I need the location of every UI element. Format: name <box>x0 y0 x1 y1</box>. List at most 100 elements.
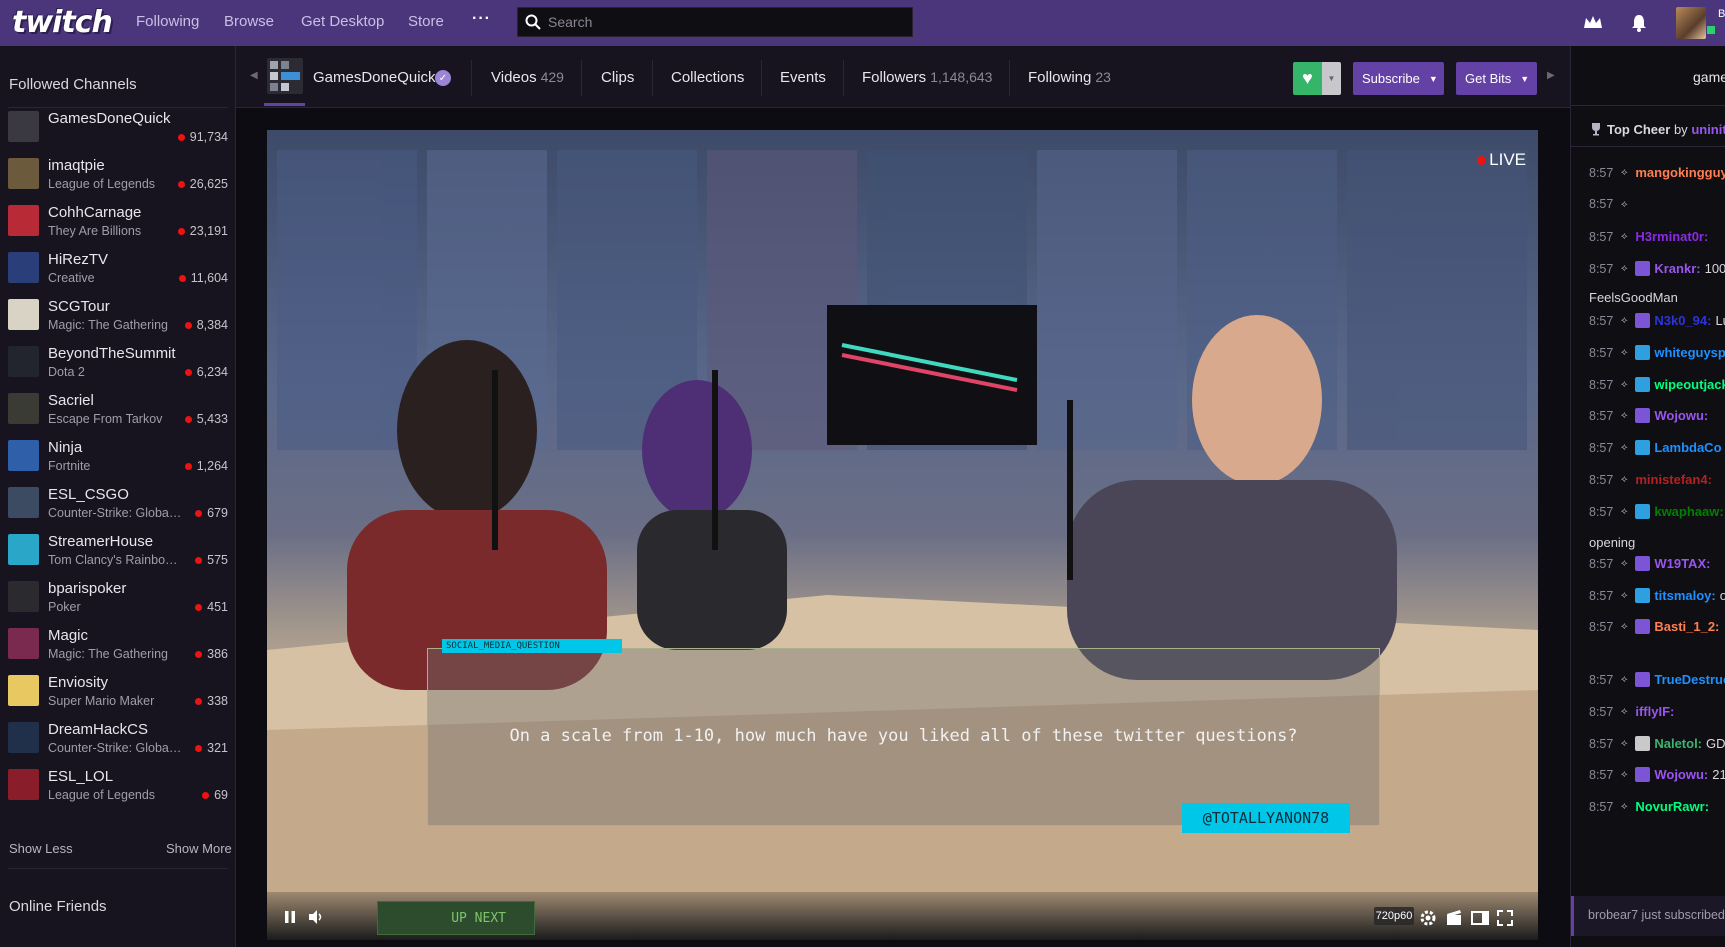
followed-channel-item[interactable]: DreamHackCS Counter-Strike: Global ... 321 <box>8 720 228 767</box>
chat-username[interactable]: Krankr: <box>1654 261 1700 276</box>
chat-username[interactable]: wipeoutjack <box>1654 377 1725 392</box>
followed-channel-item[interactable]: HiRezTV Creative 11,604 <box>8 250 228 297</box>
mod-icon[interactable]: ⟡ <box>1617 346 1631 360</box>
followed-channel-item[interactable]: SCGTour Magic: The Gathering 8,384 <box>8 297 228 344</box>
chat-username[interactable]: W19TAX: <box>1654 556 1710 571</box>
followed-channel-item[interactable]: Ninja Fortnite 1,264 <box>8 438 228 485</box>
sub-badge-icon[interactable] <box>1635 672 1651 687</box>
chat-username[interactable]: mangokingguy: <box>1635 165 1725 180</box>
sub-badge-icon[interactable] <box>1635 619 1651 634</box>
theatre-mode-icon[interactable] <box>1471 910 1489 931</box>
show-less-link[interactable]: Show Less <box>9 841 73 856</box>
followed-channel-item[interactable]: bparispoker Poker 451 <box>8 579 228 626</box>
tab-collections[interactable]: Collections <box>671 69 744 86</box>
nav-get-desktop[interactable]: Get Desktop <box>301 13 384 30</box>
search-input[interactable] <box>548 14 888 30</box>
mod-icon[interactable]: ⟡ <box>1617 673 1631 687</box>
nav-more-icon[interactable]: ··· <box>472 10 491 28</box>
followed-channel-item[interactable]: imaqtpie League of Legends 26,625 <box>8 156 228 203</box>
sub-badge-icon[interactable] <box>1635 736 1651 751</box>
mod-icon[interactable]: ⟡ <box>1617 737 1631 751</box>
video-frame[interactable]: LIVE SOCIAL_MEDIA_QUESTION On a scale fr… <box>267 130 1538 940</box>
settings-gear-icon[interactable] <box>1419 909 1437 932</box>
user-name-truncated[interactable]: B <box>1718 8 1725 20</box>
chat-username[interactable]: Wojowu: <box>1654 767 1708 782</box>
channel-avatar[interactable] <box>267 58 303 94</box>
followed-channel-item[interactable]: Enviosity Super Mario Maker 338 <box>8 673 228 720</box>
mod-icon[interactable]: ⟡ <box>1617 557 1631 571</box>
mod-icon[interactable]: ⟡ <box>1617 800 1631 814</box>
top-cheer-banner[interactable]: Top Cheer by uninit <box>1589 122 1725 137</box>
tab-events[interactable]: Events <box>780 69 826 86</box>
followed-channel-item[interactable]: CohhCarnage They Are Billions 23,191 <box>8 203 228 250</box>
chat-username[interactable]: NovurRawr: <box>1635 799 1709 814</box>
mod-icon[interactable]: ⟡ <box>1617 505 1631 519</box>
chat-username[interactable]: Basti_1_2: <box>1654 619 1719 634</box>
tab-clips[interactable]: Clips <box>601 69 634 86</box>
bell-icon[interactable] <box>1628 12 1650 34</box>
chat-username[interactable]: H3rminat0r: <box>1635 229 1708 244</box>
top-cheer-user[interactable]: uninit <box>1691 122 1725 137</box>
chat-username[interactable]: whiteguysp <box>1654 345 1725 360</box>
sub-badge-icon[interactable] <box>1635 261 1651 276</box>
chat-username[interactable]: ifflyIF: <box>1635 704 1674 719</box>
sub-badge-icon[interactable] <box>1635 313 1651 328</box>
sub-badge-icon[interactable] <box>1635 440 1651 455</box>
quality-badge[interactable]: 720p60 <box>1374 907 1414 925</box>
mod-icon[interactable]: ⟡ <box>1617 314 1631 328</box>
followed-channel-item[interactable]: Sacriel Escape From Tarkov 5,433 <box>8 391 228 438</box>
followed-channel-item[interactable]: StreamerHouse Tom Clancy's Rainbow ... 575 <box>8 532 228 579</box>
chat-username[interactable]: ministefan4: <box>1635 472 1712 487</box>
video-player[interactable]: LIVE SOCIAL_MEDIA_QUESTION On a scale fr… <box>267 130 1538 940</box>
pause-icon[interactable] <box>282 909 298 930</box>
mod-icon[interactable]: ⟡ <box>1617 378 1631 392</box>
sub-badge-icon[interactable] <box>1635 377 1651 392</box>
show-more-link[interactable]: Show More <box>166 841 232 856</box>
mod-icon[interactable]: ⟡ <box>1617 230 1631 244</box>
sub-badge-icon[interactable] <box>1635 767 1651 782</box>
get-bits-button[interactable]: Get Bits ▼ <box>1456 62 1537 95</box>
followed-channel-item[interactable]: GamesDoneQuick 91,734 <box>8 109 228 156</box>
mod-icon[interactable]: ⟡ <box>1617 620 1631 634</box>
chat-username[interactable]: Naletol: <box>1654 736 1702 751</box>
mod-icon[interactable]: ⟡ <box>1617 589 1631 603</box>
scroll-right-icon[interactable]: ▶ <box>1547 70 1555 81</box>
tab-videos[interactable]: Videos 429 <box>491 69 564 86</box>
chat-username[interactable]: N3k0_94: <box>1654 313 1711 328</box>
chat-username[interactable]: titsmaloy: <box>1654 588 1715 603</box>
twitch-logo[interactable]: twitch <box>12 6 113 40</box>
scroll-left-icon[interactable]: ◀ <box>250 70 258 81</box>
mod-icon[interactable]: ⟡ <box>1617 441 1631 455</box>
nav-store[interactable]: Store <box>408 13 444 30</box>
channel-name[interactable]: GamesDoneQuick <box>313 69 436 86</box>
clip-icon[interactable] <box>1445 909 1463 932</box>
volume-icon[interactable] <box>307 908 325 931</box>
fullscreen-icon[interactable] <box>1497 910 1513 931</box>
search-box[interactable] <box>517 7 913 37</box>
sub-badge-icon[interactable] <box>1635 588 1651 603</box>
crown-icon[interactable] <box>1582 12 1604 34</box>
tab-followers[interactable]: Followers 1,148,643 <box>862 69 992 86</box>
sub-badge-icon[interactable] <box>1635 504 1651 519</box>
chat-username[interactable]: kwaphaaw: <box>1654 504 1723 519</box>
chat-username[interactable]: Wojowu: <box>1654 408 1708 423</box>
mod-icon[interactable]: ⟡ <box>1617 197 1631 211</box>
followed-channel-item[interactable]: Magic Magic: The Gathering 386 <box>8 626 228 673</box>
followed-channel-item[interactable]: ESL_CSGO Counter-Strike: Global ... 679 <box>8 485 228 532</box>
mod-icon[interactable]: ⟡ <box>1617 473 1631 487</box>
mod-icon[interactable]: ⟡ <box>1617 768 1631 782</box>
mod-icon[interactable]: ⟡ <box>1617 409 1631 423</box>
chat-username[interactable]: LambdaCo <box>1654 440 1721 455</box>
tab-following[interactable]: Following 23 <box>1028 69 1111 86</box>
sub-badge-icon[interactable] <box>1635 408 1651 423</box>
sub-badge-icon[interactable] <box>1635 345 1651 360</box>
follow-dropdown-button[interactable]: ▼ <box>1322 62 1341 95</box>
nav-browse[interactable]: Browse <box>224 13 274 30</box>
followed-channel-item[interactable]: ESL_LOL League of Legends 69 <box>8 767 228 814</box>
subscribe-button[interactable]: Subscribe ▼ <box>1353 62 1444 95</box>
nav-following[interactable]: Following <box>136 13 199 30</box>
user-avatar[interactable] <box>1676 7 1706 39</box>
followed-channel-item[interactable]: BeyondTheSummit Dota 2 6,234 <box>8 344 228 391</box>
sub-badge-icon[interactable] <box>1635 556 1651 571</box>
mod-icon[interactable]: ⟡ <box>1617 166 1631 180</box>
